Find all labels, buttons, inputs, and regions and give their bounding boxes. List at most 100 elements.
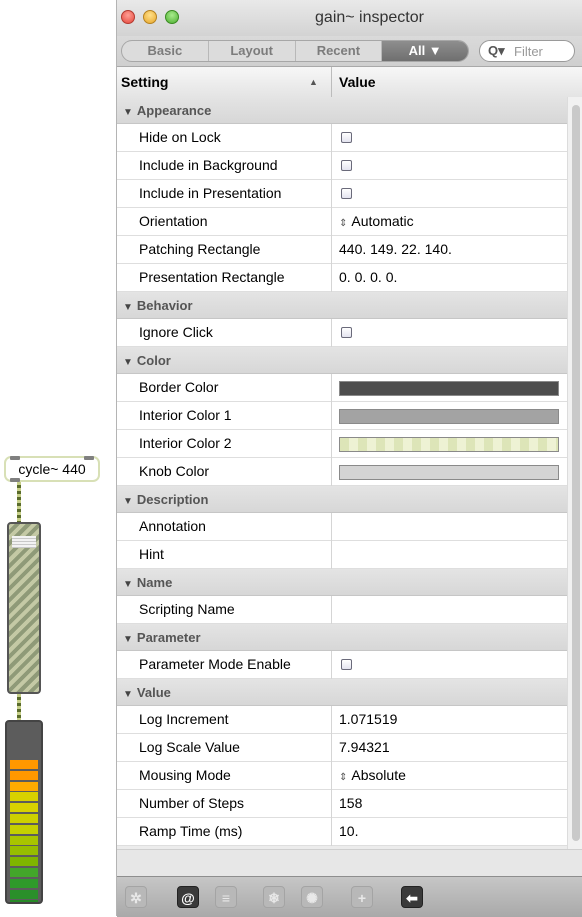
number-of-steps-value[interactable]: 158 [339,790,362,817]
category-value[interactable]: ▼ Value [117,679,567,706]
patch-cord-bottom[interactable] [17,694,21,720]
inspector-window: gain~ inspector Basic Layout Recent All … [116,0,582,917]
row-knob-color[interactable]: Knob Color [117,458,567,486]
knob-color-swatch[interactable] [339,465,559,480]
row-divider [331,374,332,402]
back-arrow-icon[interactable]: ⬅ [401,886,423,908]
category-name[interactable]: ▼ Name [117,569,567,596]
meter-segment [10,857,38,867]
include-in-presentation-checkbox[interactable] [341,188,352,199]
patching-rectangle-value[interactable]: 440. 149. 22. 140. [339,236,452,263]
include-in-background-checkbox[interactable] [341,160,352,171]
column-divider[interactable] [331,67,332,97]
mousing-mode-value: Absolute [351,767,406,783]
snowflake-icon[interactable]: ❄ [263,886,285,908]
cycle-object[interactable]: cycle~ 440 [4,456,100,482]
gain-slider[interactable] [7,522,41,694]
at-icon[interactable]: @ [177,886,199,908]
disclosure-triangle-icon[interactable]: ▼ [123,579,133,590]
row-parameter-mode-enable[interactable]: Parameter Mode Enable [117,651,567,679]
category-label: Value [136,685,171,700]
row-interior-color-2[interactable]: Interior Color 2 [117,430,567,458]
row-ignore-click[interactable]: Ignore Click [117,319,567,347]
meter-segment [10,824,38,834]
ramp-time-value[interactable]: 10. [339,818,358,845]
row-presentation-rectangle[interactable]: Presentation Rectangle 0. 0. 0. 0. [117,264,567,292]
row-annotation[interactable]: Annotation [117,513,567,541]
interior-color-2-swatch[interactable] [339,437,559,452]
title-bar[interactable]: gain~ inspector [117,0,582,36]
row-hide-on-lock[interactable]: Hide on Lock [117,124,567,152]
category-behavior[interactable]: ▼ Behavior [117,292,567,319]
setting-label: Log Scale Value [139,739,240,755]
setting-label: Interior Color 1 [139,407,232,423]
row-interior-color-1[interactable]: Interior Color 1 [117,402,567,430]
category-appearance[interactable]: ▼ Appearance [117,97,567,124]
filter-input[interactable] [514,42,570,60]
column-header: Setting ▲ Value [117,67,582,98]
row-include-in-presentation[interactable]: Include in Presentation [117,180,567,208]
category-description[interactable]: ▼ Description [117,486,567,513]
search-icon[interactable]: Q▾ [488,41,505,61]
disclosure-triangle-icon[interactable]: ▼ [123,357,133,368]
value-column-header[interactable]: Value [339,67,376,97]
tab-basic[interactable]: Basic [122,41,209,61]
mousing-mode-menu[interactable]: ⇕ Absolute [339,762,406,791]
filter-field[interactable]: Q▾ [479,40,575,62]
scrollbar-thumb[interactable] [572,105,580,841]
interior-color-1-swatch[interactable] [339,409,559,424]
meter-segment [10,868,38,877]
plus-icon[interactable]: + [351,886,373,908]
row-scripting-name[interactable]: Scripting Name [117,596,567,624]
row-patching-rectangle[interactable]: Patching Rectangle 440. 149. 22. 140. [117,236,567,264]
gain-knob[interactable] [12,536,36,548]
row-divider [331,651,332,679]
row-border-color[interactable]: Border Color [117,374,567,402]
disclosure-triangle-icon[interactable]: ▼ [123,496,133,507]
category-color[interactable]: ▼ Color [117,347,567,374]
patch-cord-top[interactable] [17,482,21,522]
setting-column-header[interactable]: Setting [121,67,331,97]
category-label: Name [136,575,173,590]
hide-on-lock-checkbox[interactable] [341,132,352,143]
ignore-click-checkbox[interactable] [341,327,352,338]
flower-icon[interactable]: ✺ [301,886,323,908]
tab-layout[interactable]: Layout [209,41,296,61]
sort-ascending-icon[interactable]: ▲ [309,67,318,97]
disclosure-triangle-icon[interactable]: ▼ [123,302,133,313]
row-include-in-background[interactable]: Include in Background [117,152,567,180]
inlet-left[interactable] [10,456,20,460]
row-divider [331,458,332,486]
orientation-menu[interactable]: ⇕ Automatic [339,208,414,237]
disclosure-triangle-icon[interactable]: ▼ [123,107,133,118]
meter-segment [10,760,38,769]
row-number-of-steps[interactable]: Number of Steps 158 [117,790,567,818]
disclosure-triangle-icon[interactable]: ▼ [123,634,133,645]
setting-label: Annotation [139,518,206,534]
row-log-scale-value[interactable]: Log Scale Value 7.94321 [117,734,567,762]
row-hint[interactable]: Hint [117,541,567,569]
tab-all[interactable]: All ▼ [382,41,468,61]
category-parameter[interactable]: ▼ Parameter [117,624,567,651]
row-log-increment[interactable]: Log Increment 1.071519 [117,706,567,734]
row-ramp-time[interactable]: Ramp Time (ms) 10. [117,818,567,846]
category-label: Appearance [136,103,212,118]
tab-recent[interactable]: Recent [296,41,383,61]
row-orientation[interactable]: Orientation ⇕ Automatic [117,208,567,236]
row-mousing-mode[interactable]: Mousing Mode ⇕ Absolute [117,762,567,790]
vertical-scrollbar[interactable] [567,97,582,849]
row-divider [331,180,332,208]
row-divider [331,124,332,152]
parameter-mode-enable-checkbox[interactable] [341,659,352,670]
log-increment-value[interactable]: 1.071519 [339,706,397,733]
inlet-right[interactable] [84,456,94,460]
list-icon[interactable]: ≡ [215,886,237,908]
category-label: Description [136,492,209,507]
disclosure-triangle-icon[interactable]: ▼ [123,689,133,700]
setting-label: Hide on Lock [139,129,221,145]
gear-icon[interactable]: ✲ [125,886,147,908]
border-color-swatch[interactable] [339,381,559,396]
log-scale-value-value[interactable]: 7.94321 [339,734,390,761]
list-footer [117,849,582,877]
presentation-rectangle-value[interactable]: 0. 0. 0. 0. [339,264,397,291]
